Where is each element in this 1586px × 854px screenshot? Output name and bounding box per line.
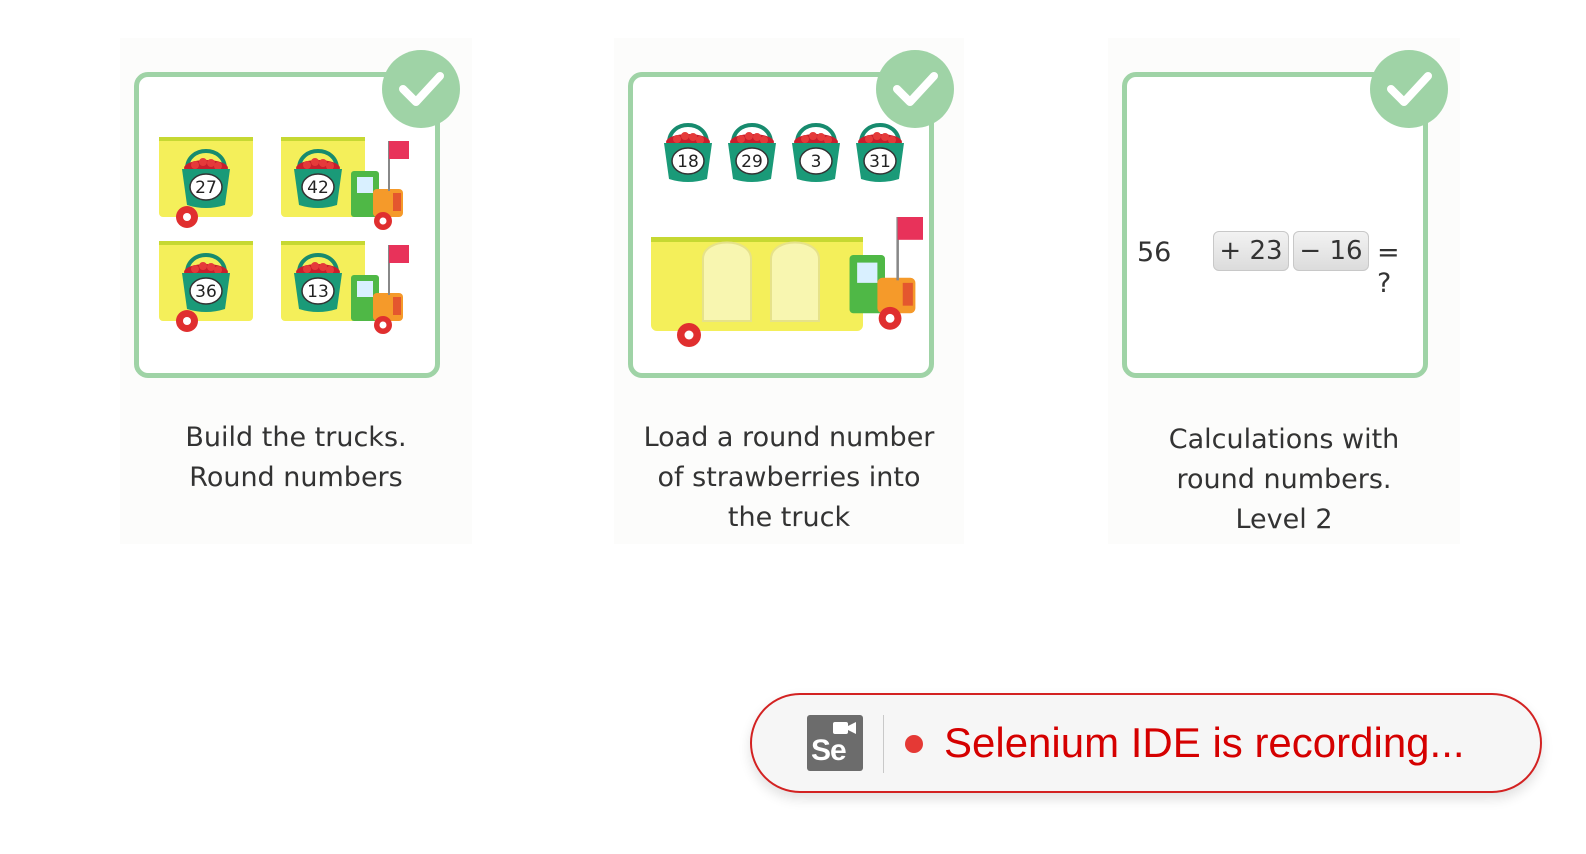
svg-text:29: 29: [741, 152, 763, 172]
completed-check-icon: [382, 50, 460, 128]
svg-text:18: 18: [677, 152, 699, 172]
completed-check-icon: [876, 50, 954, 128]
svg-text:31: 31: [869, 152, 891, 172]
svg-text:27: 27: [195, 178, 217, 198]
svg-text:3: 3: [811, 152, 822, 172]
flag-icon: [848, 217, 923, 331]
equation-result: = ?: [1377, 237, 1404, 299]
recording-status-text: Selenium IDE is recording...: [944, 719, 1465, 766]
divider: [883, 715, 884, 773]
svg-text:36: 36: [195, 282, 217, 302]
activity-title[interactable]: Load a round number of strawberries into…: [614, 418, 964, 538]
strawberry-truck-illustration: 18 29 3 31: [651, 123, 923, 347]
truck-icon: 13: [281, 241, 409, 335]
svg-text:13: 13: [307, 282, 329, 302]
completed-check-icon: [1370, 50, 1448, 128]
activity-title[interactable]: Build the trucks. Round numbers: [120, 418, 472, 498]
truck-icon: [651, 217, 923, 347]
camera-icon: [833, 722, 856, 734]
equation-row: 56 + 23 − 16 = ?: [1127, 229, 1423, 299]
selenium-logo: Se: [807, 715, 863, 771]
activity-card-calculations[interactable]: 56 + 23 − 16 = ? Calculations with round…: [1108, 38, 1460, 544]
trucks-illustration: 27 42 36 13: [159, 137, 409, 335]
activity-card-load-strawberries[interactable]: 18 29 3 31 Load a round number of strawb…: [614, 38, 964, 544]
truck-icon: 36: [159, 241, 253, 332]
equation-start-number: 56: [1137, 237, 1172, 268]
svg-text:42: 42: [307, 178, 329, 198]
activity-title[interactable]: Calculations with round numbers. Level 2: [1108, 420, 1460, 540]
selenium-recording-banner[interactable]: Se Selenium IDE is recording...: [750, 693, 1542, 793]
minus-operand-tile: − 16: [1293, 231, 1369, 271]
truck-icon: 42: [281, 137, 409, 231]
record-dot-icon: [905, 735, 923, 753]
plus-operand-tile: + 23: [1213, 231, 1289, 271]
truck-icon: 27: [159, 137, 253, 228]
activity-card-build-trucks[interactable]: 27 42 36 13 Build the trucks. Round numb…: [120, 38, 472, 544]
